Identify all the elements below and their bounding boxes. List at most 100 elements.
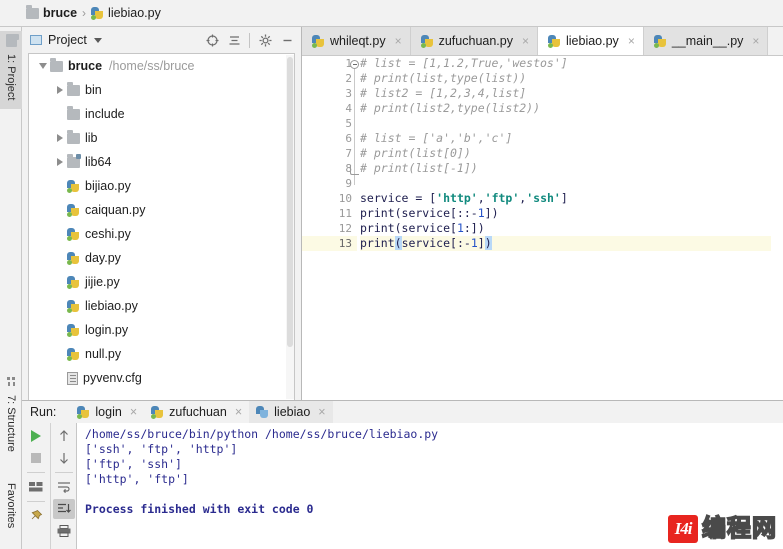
project-panel-header: Project <box>22 27 301 53</box>
tree-item-path: /home/ss/bruce <box>109 59 195 73</box>
expand-arrow-down-icon[interactable] <box>35 63 50 69</box>
folder-icon <box>5 34 17 47</box>
editor-tab-liebiao-py[interactable]: liebiao.py × <box>537 27 644 55</box>
close-icon[interactable]: × <box>522 34 529 48</box>
tree-item-include[interactable]: include <box>29 102 294 126</box>
tree-item-ceshi-py[interactable]: ceshi.py <box>29 222 294 246</box>
minimize-icon[interactable] <box>277 30 297 50</box>
close-icon[interactable]: × <box>395 34 402 48</box>
tree-item-bruce[interactable]: bruce/home/ss/bruce <box>29 54 294 78</box>
stop-icon[interactable] <box>25 448 47 468</box>
arrow-up-icon[interactable] <box>53 426 75 446</box>
tree-item-bijiao-py[interactable]: bijiao.py <box>29 174 294 198</box>
structure-icon <box>7 377 16 386</box>
close-icon[interactable]: × <box>235 405 242 419</box>
watermark: I4i 编程网 <box>668 514 777 543</box>
python-file-icon <box>91 6 104 20</box>
close-icon[interactable]: × <box>130 405 137 419</box>
console-line: ['http', 'ftp'] <box>85 472 189 486</box>
tree-item-bin[interactable]: bin <box>29 78 294 102</box>
arrow-down-icon[interactable] <box>53 448 75 468</box>
code-token: # print(list[0]) <box>360 146 471 160</box>
folder-link-icon <box>67 153 81 168</box>
breadcrumb-file[interactable]: liebiao.py <box>91 6 161 20</box>
python-file-icon <box>67 227 80 241</box>
sidebar-item-project-label: 1: Project <box>5 54 17 101</box>
expand-arrow-right-icon[interactable] <box>52 158 67 166</box>
gear-icon[interactable] <box>255 30 275 50</box>
folder-icon <box>67 82 80 96</box>
close-icon[interactable]: × <box>752 34 759 48</box>
close-icon[interactable]: × <box>628 34 635 48</box>
tree-item-lib[interactable]: lib <box>29 126 294 150</box>
breadcrumb-project[interactable]: bruce <box>26 5 77 20</box>
editor-scrollbar[interactable] <box>771 56 783 400</box>
code-token: ] <box>560 191 568 205</box>
run-panel-label: Run: <box>30 405 57 419</box>
print-icon[interactable] <box>53 521 75 541</box>
view-mode-icon[interactable] <box>25 477 47 497</box>
code-token: ) <box>484 236 492 250</box>
sidebar-item-project[interactable]: 1: Project <box>0 31 22 109</box>
run-tab-label: login <box>95 405 122 419</box>
tree-item-label: include <box>85 107 125 121</box>
code-token: ( <box>394 236 402 250</box>
watermark-text: 编程网 <box>701 514 777 543</box>
python-file-icon <box>67 203 80 217</box>
tree-item-label: null.py <box>85 347 122 361</box>
scroll-to-end-icon[interactable] <box>52 499 75 519</box>
close-icon[interactable]: × <box>318 405 325 419</box>
locate-icon[interactable] <box>202 30 222 50</box>
sidebar-item-favorites-label: Favorites <box>5 483 17 529</box>
tree-item-pyvenv-cfg[interactable]: pyvenv.cfg <box>29 366 294 390</box>
tree-item-null-py[interactable]: null.py <box>29 342 294 366</box>
sidebar-item-favorites[interactable]: Favorites <box>0 479 22 549</box>
sidebar-item-structure[interactable]: 7: Structure <box>0 373 22 465</box>
run-icon[interactable] <box>25 426 47 446</box>
chevron-down-icon[interactable] <box>93 37 102 43</box>
code-line: print(service[1:]) <box>360 221 771 236</box>
code-line: # print(list2,type(list2)) <box>360 101 771 116</box>
editor-tab-zufuchuan-py[interactable]: zufuchuan.py × <box>410 27 538 55</box>
collapse-all-icon[interactable] <box>224 30 244 50</box>
run-tab-liebiao[interactable]: liebiao × <box>249 401 333 423</box>
run-tab-login[interactable]: login × <box>70 401 144 423</box>
folder-icon <box>67 106 80 120</box>
editor-tab-whileqt-py[interactable]: whileqt.py × <box>302 27 411 55</box>
project-tree-scrollbar[interactable] <box>286 55 294 399</box>
code-content[interactable]: # list = [1,1.2,True,'westos'] # print(li… <box>360 56 771 400</box>
console-line: ['ftp', 'ssh'] <box>85 457 182 471</box>
code-line: service = ['http','ftp','ssh'] <box>360 191 771 206</box>
project-panel-toolbar <box>202 30 297 50</box>
pin-icon[interactable] <box>25 506 47 526</box>
tree-item-day-py[interactable]: day.py <box>29 246 294 270</box>
editor-tab-label: zufuchuan.py <box>438 34 513 48</box>
tree-item-login-py[interactable]: login.py <box>29 318 294 342</box>
scrollbar-thumb[interactable] <box>287 57 293 347</box>
fold-start-icon[interactable] <box>350 60 359 69</box>
code-editor[interactable]: 1 2 3 4 5 6 7 8 9 10 11 12 13 # list = [1,1.2,True,'… <box>302 55 783 400</box>
tree-item-caiquan-py[interactable]: caiquan.py <box>29 198 294 222</box>
project-tree[interactable]: bruce/home/ss/bruce bin include lib lib64 bij… <box>28 53 295 400</box>
tree-item-lib64[interactable]: lib64 <box>29 150 294 174</box>
project-view-icon <box>30 35 42 45</box>
expand-arrow-right-icon[interactable] <box>52 86 67 94</box>
tree-item-label: jijie.py <box>85 275 120 289</box>
python-blue-icon <box>256 405 269 419</box>
run-tab-zufuchuan[interactable]: zufuchuan × <box>144 401 249 423</box>
code-line: # print(list[0]) <box>360 146 771 161</box>
tree-item-liebiao-py[interactable]: liebiao.py <box>29 294 294 318</box>
fold-end-icon[interactable] <box>350 166 359 175</box>
tree-item-label: bruce <box>68 59 103 73</box>
config-file-icon <box>67 371 78 385</box>
soft-wrap-icon[interactable] <box>53 477 75 497</box>
code-token: , <box>477 191 485 205</box>
code-token: service = [ <box>360 191 437 205</box>
fold-column[interactable] <box>348 56 360 400</box>
tree-item-jijie-py[interactable]: jijie.py <box>29 270 294 294</box>
code-token: 'http' <box>436 191 478 205</box>
expand-arrow-right-icon[interactable] <box>52 134 67 142</box>
editor-tab---main---py[interactable]: __main__.py × <box>643 27 769 55</box>
python-file-icon <box>67 299 80 313</box>
